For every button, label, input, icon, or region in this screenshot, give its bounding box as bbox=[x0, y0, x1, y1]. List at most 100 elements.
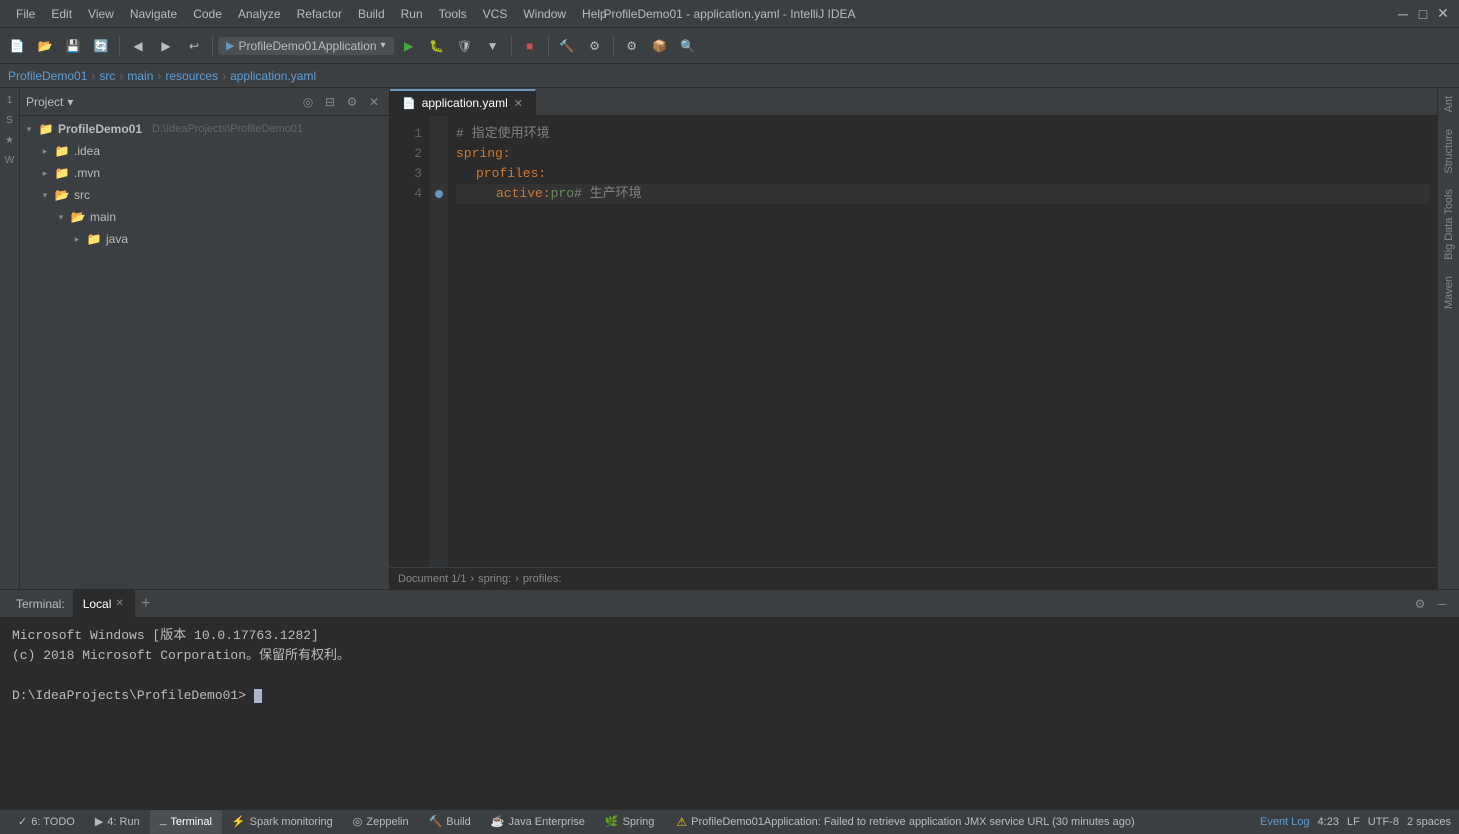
tree-label-java: java bbox=[106, 232, 128, 246]
menu-edit[interactable]: Edit bbox=[43, 5, 80, 23]
menu-window[interactable]: Window bbox=[515, 5, 574, 23]
terminal-content[interactable]: Microsoft Windows [版本 10.0.17763.1282] (… bbox=[0, 618, 1459, 809]
menu-refactor[interactable]: Refactor bbox=[289, 5, 350, 23]
yaml-file-icon: 📄 bbox=[402, 97, 416, 110]
todo-label: 6: TODO bbox=[31, 816, 75, 828]
breadcrumb-resources[interactable]: resources bbox=[165, 69, 218, 83]
status-tab-run[interactable]: ▶ 4: Run bbox=[85, 810, 150, 834]
debug-button[interactable]: 🐛 bbox=[424, 33, 450, 59]
tree-arrow-java: ▸ bbox=[72, 234, 82, 244]
status-tab-terminal[interactable]: _ Terminal bbox=[150, 810, 222, 834]
bigdata-panel-label[interactable]: Big Data Tools bbox=[1441, 185, 1457, 264]
tab-close-application-yaml[interactable]: ✕ bbox=[514, 97, 523, 110]
tab-label-application-yaml: application.yaml bbox=[422, 96, 508, 110]
separator-5 bbox=[613, 36, 614, 56]
menu-navigate[interactable]: Navigate bbox=[122, 5, 185, 23]
terminal-settings-button[interactable]: ⚙ bbox=[1411, 595, 1429, 613]
close-button[interactable]: ✕ bbox=[1435, 6, 1451, 22]
event-log-link[interactable]: Event Log bbox=[1260, 816, 1310, 828]
web-tool-icon[interactable]: W bbox=[2, 152, 18, 168]
stop-button[interactable]: ■ bbox=[517, 33, 543, 59]
terminal-tab-local-close[interactable]: ✕ bbox=[115, 598, 123, 609]
ant-panel-label[interactable]: Ant bbox=[1441, 92, 1457, 117]
indent-size[interactable]: 2 spaces bbox=[1407, 816, 1451, 828]
menu-tools[interactable]: Tools bbox=[431, 5, 475, 23]
terminal-line-3 bbox=[12, 666, 1447, 686]
menu-file[interactable]: File bbox=[8, 5, 43, 23]
terminal-tab-local[interactable]: Local ✕ bbox=[73, 590, 135, 618]
tree-item-main[interactable]: ▾ 📂 main bbox=[20, 206, 389, 228]
terminal-line-1: Microsoft Windows [版本 10.0.17763.1282] bbox=[12, 626, 1447, 646]
module-icon: 📁 bbox=[38, 121, 54, 137]
menu-view[interactable]: View bbox=[80, 5, 122, 23]
terminal-add-tab-button[interactable]: + bbox=[135, 593, 157, 615]
encoding[interactable]: UTF-8 bbox=[1368, 816, 1399, 828]
editor-breadcrumb: Document 1/1 › spring: › profiles: bbox=[390, 567, 1437, 589]
menu-build[interactable]: Build bbox=[350, 5, 393, 23]
settings-panel-button[interactable]: ⚙ bbox=[343, 93, 361, 111]
line-ending[interactable]: LF bbox=[1347, 816, 1360, 828]
breadcrumb-main[interactable]: main bbox=[127, 69, 153, 83]
new-button[interactable]: 📄 bbox=[4, 33, 30, 59]
status-tab-zeppelin[interactable]: ◎ Zeppelin bbox=[343, 810, 419, 834]
status-tab-spring[interactable]: 🌿 Spring bbox=[595, 810, 665, 834]
project-tool-icon[interactable]: 1 bbox=[2, 92, 18, 108]
rebuild-button[interactable]: ⚙ bbox=[582, 33, 608, 59]
breadcrumb-spring: spring: bbox=[478, 573, 511, 585]
settings-button[interactable]: ⚙ bbox=[619, 33, 645, 59]
structure-tool-icon[interactable]: S bbox=[2, 112, 18, 128]
tree-item-idea[interactable]: ▸ 📁 .idea bbox=[20, 140, 389, 162]
run-config-selector[interactable]: ▶ ProfileDemo01Application ▾ bbox=[218, 37, 394, 55]
menu-analyze[interactable]: Analyze bbox=[230, 5, 289, 23]
open-button[interactable]: 📂 bbox=[32, 33, 58, 59]
run-button[interactable]: ▶ bbox=[396, 33, 422, 59]
status-tab-build[interactable]: 🔨 Build bbox=[419, 810, 481, 834]
hide-panel-button[interactable]: ✕ bbox=[365, 93, 383, 111]
cursor-position: 4:23 bbox=[1318, 816, 1339, 828]
back-button[interactable]: ◀ bbox=[125, 33, 151, 59]
run-config-dropdown-icon: ▾ bbox=[381, 40, 386, 51]
line-numbers: 1 2 3 4 bbox=[390, 116, 430, 567]
breadcrumb-file[interactable]: application.yaml bbox=[230, 69, 316, 83]
terminal-cursor bbox=[254, 689, 262, 703]
menu-code[interactable]: Code bbox=[185, 5, 230, 23]
favorites-tool-icon[interactable]: ★ bbox=[2, 132, 18, 148]
save-button[interactable]: 💾 bbox=[60, 33, 86, 59]
locate-file-button[interactable]: ◎ bbox=[299, 93, 317, 111]
status-tab-todo[interactable]: ✓ 6: TODO bbox=[8, 810, 85, 834]
sdk-button[interactable]: 📦 bbox=[647, 33, 673, 59]
terminal-label: Terminal: bbox=[8, 590, 73, 618]
tree-label-mvn: .mvn bbox=[74, 166, 100, 180]
build-button[interactable]: 🔨 bbox=[554, 33, 580, 59]
project-dropdown-icon[interactable]: ▾ bbox=[67, 95, 73, 109]
tree-item-root[interactable]: ▾ 📁 ProfileDemo01 D:\IdeaProjects\Profil… bbox=[20, 118, 389, 140]
status-tab-java-enterprise[interactable]: ☕ Java Enterprise bbox=[481, 810, 595, 834]
tree-item-mvn[interactable]: ▸ 📁 .mvn bbox=[20, 162, 389, 184]
spring-label: Spring bbox=[623, 816, 655, 828]
sync-button[interactable]: 🔄 bbox=[88, 33, 114, 59]
terminal-hide-button[interactable]: ─ bbox=[1433, 595, 1451, 613]
search-button[interactable]: 🔍 bbox=[675, 33, 701, 59]
minimize-button[interactable]: ─ bbox=[1395, 6, 1411, 22]
menu-vcs[interactable]: VCS bbox=[475, 5, 516, 23]
tree-item-src[interactable]: ▾ 📂 src bbox=[20, 184, 389, 206]
collapse-all-button[interactable]: ⊟ bbox=[321, 93, 339, 111]
maven-panel-label[interactable]: Maven bbox=[1441, 272, 1457, 313]
separator-1 bbox=[119, 36, 120, 56]
menu-run[interactable]: Run bbox=[393, 5, 431, 23]
code-editor[interactable]: # 指定使用环境 spring: profiles: active: pro #… bbox=[448, 116, 1437, 567]
tree-label-src: src bbox=[74, 188, 90, 202]
tab-application-yaml[interactable]: 📄 application.yaml ✕ bbox=[390, 89, 536, 115]
coverage-button[interactable]: 🛡 bbox=[452, 33, 478, 59]
undo-button[interactable]: ↩ bbox=[181, 33, 207, 59]
structure-panel-label[interactable]: Structure bbox=[1441, 125, 1457, 178]
project-panel-title: Project ▾ bbox=[26, 95, 73, 109]
breadcrumb-project[interactable]: ProfileDemo01 bbox=[8, 69, 87, 83]
code-comment-env: # 生产环境 bbox=[574, 184, 642, 204]
status-tab-spark[interactable]: ⚡ Spark monitoring bbox=[222, 810, 343, 834]
maximize-button[interactable]: □ bbox=[1415, 6, 1431, 22]
breadcrumb-src[interactable]: src bbox=[99, 69, 115, 83]
tree-item-java[interactable]: ▸ 📁 java bbox=[20, 228, 389, 250]
more-run-button[interactable]: ▼ bbox=[480, 33, 506, 59]
forward-button[interactable]: ▶ bbox=[153, 33, 179, 59]
